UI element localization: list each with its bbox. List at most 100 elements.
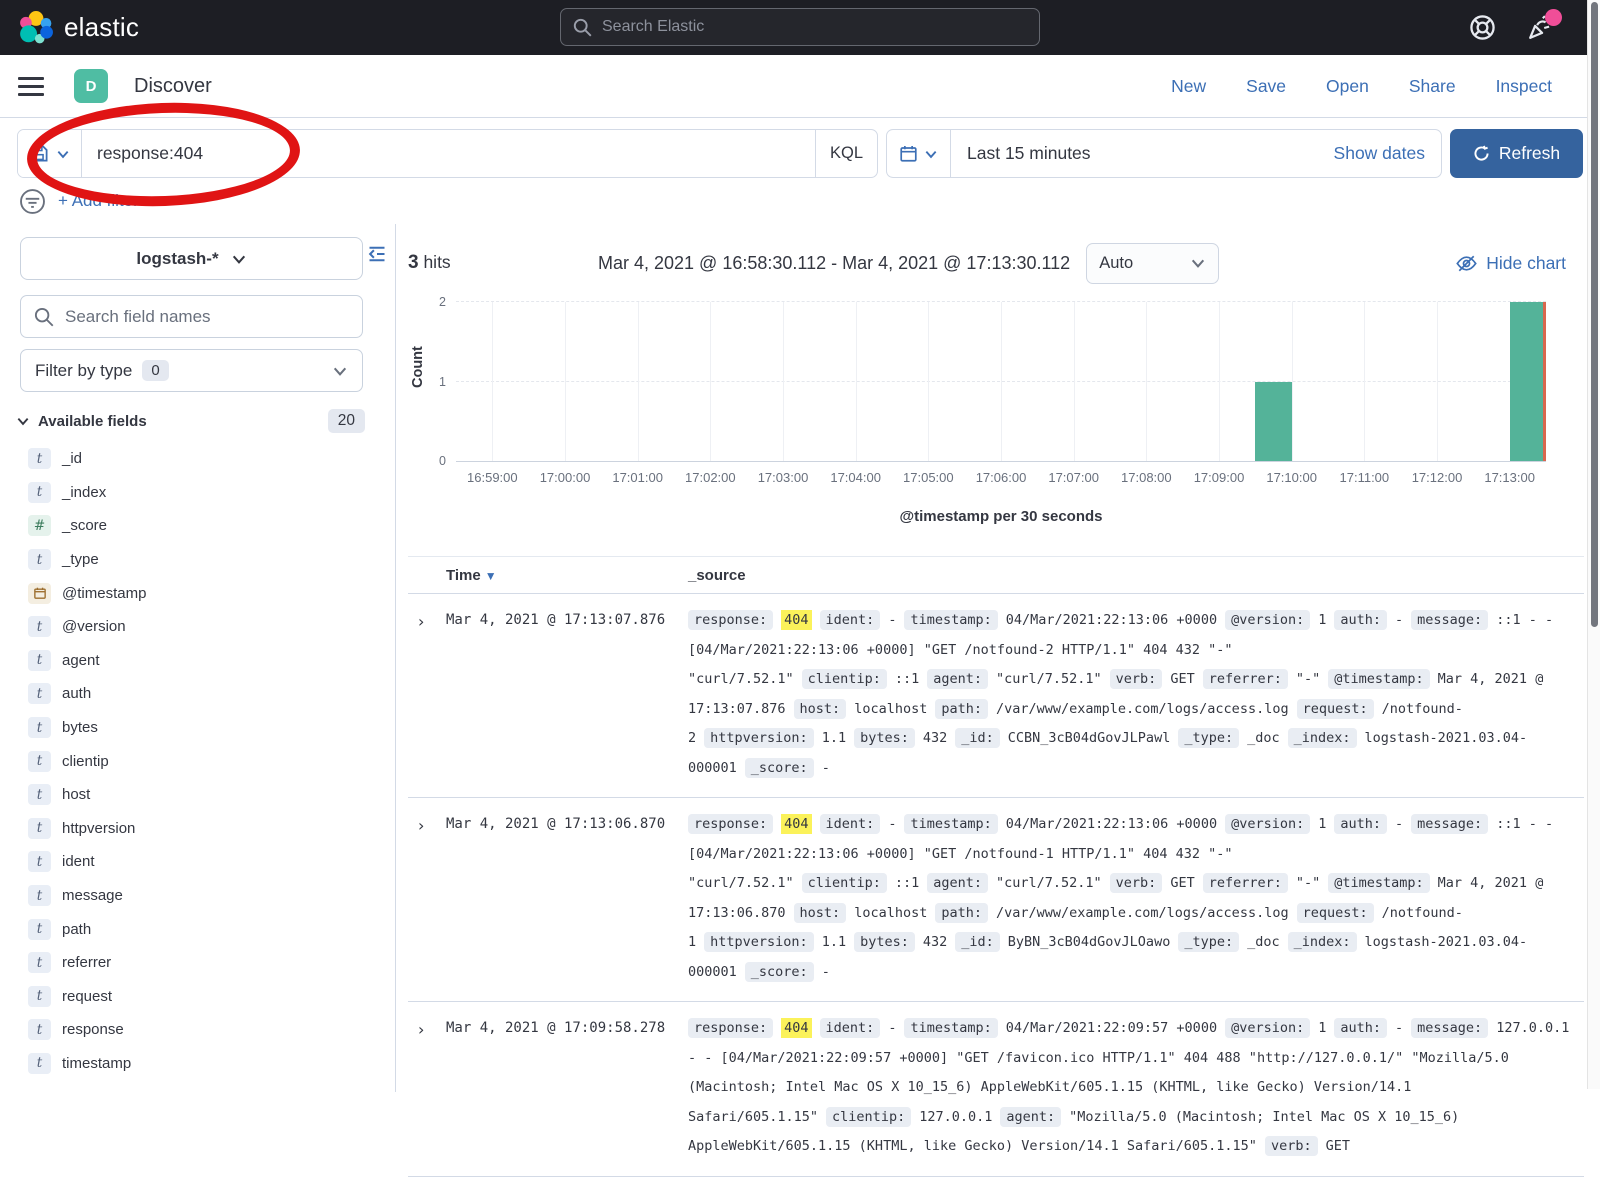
time-range-value[interactable]: Last 15 minutes [951,130,1334,177]
field-value: 04/Mar/2021:22:13:06 +0000 [1006,612,1217,628]
field-name-badge: verb: [1110,669,1163,689]
field-item-@timestamp[interactable]: @timestamp [28,576,395,610]
field-item-response[interactable]: tresponse [28,1013,395,1047]
field-name-badge: ident: [820,1018,881,1038]
chevron-down-icon [1190,255,1206,271]
refresh-button[interactable]: Refresh [1450,129,1583,178]
query-value: response:404 [97,143,203,164]
x-tick-label: 17:06:00 [976,470,1027,485]
field-item-path[interactable]: tpath [28,912,395,946]
field-name-badge: path: [935,903,988,923]
field-item-httpversion[interactable]: thttpversion [28,812,395,846]
index-pattern-select[interactable]: logstash-* [20,237,363,280]
field-item-timestamp[interactable]: ttimestamp [28,1047,395,1081]
field-value: localhost [854,701,927,717]
newsfeed-icon[interactable] [1526,14,1554,42]
menu-icon[interactable] [18,77,44,96]
field-item-clientip[interactable]: tclientip [28,744,395,778]
search-field-names-input[interactable]: Search field names [20,295,363,338]
x-tick-label: 17:07:00 [1048,470,1099,485]
expand-row-icon[interactable]: › [408,606,446,783]
available-fields-header[interactable]: Available fields 20 [16,409,365,433]
x-tick-label: 17:08:00 [1121,470,1172,485]
table-header: Time▼ _source [408,556,1584,594]
filter-icon[interactable] [19,188,46,215]
field-value: - [822,760,830,776]
global-search-input[interactable]: Search Elastic [560,8,1040,46]
field-name-badge: _id: [955,728,1000,748]
field-item-bytes[interactable]: tbytes [28,711,395,745]
x-tick-label: 17:04:00 [830,470,881,485]
x-tick-label: 17:00:00 [540,470,591,485]
chart-time-range: Mar 4, 2021 @ 16:58:30.112 - Mar 4, 2021… [598,253,1070,274]
elastic-logo[interactable]: elastic [18,10,139,46]
interval-select[interactable]: Auto [1086,243,1219,284]
nav-action-save[interactable]: Save [1246,76,1286,97]
nav-action-open[interactable]: Open [1326,76,1369,97]
field-item-request[interactable]: trequest [28,980,395,1014]
field-name: agent [62,652,100,669]
field-name-badge: response: [688,610,773,630]
column-header-time[interactable]: Time▼ [446,567,688,584]
field-name-badge: request: [1297,903,1374,923]
date-picker-button[interactable] [887,130,951,177]
field-name-badge: host: [794,699,847,719]
field-name: _id [62,450,82,467]
field-name-badge: response: [688,814,773,834]
field-name-badge: _index: [1288,728,1357,748]
histogram-bar-17:09:30[interactable] [1255,382,1291,462]
chevron-down-icon [56,147,70,161]
sort-desc-icon[interactable]: ▼ [485,569,497,583]
histogram-bar-17:13:00[interactable] [1510,302,1546,461]
x-tick-label: 17:01:00 [612,470,663,485]
field-item-_type[interactable]: t_type [28,543,395,577]
hits-count: 3 hits [408,252,598,274]
scrollbar-thumb[interactable] [1591,2,1598,627]
field-item-host[interactable]: thost [28,778,395,812]
field-name-badge: agent: [1000,1107,1061,1127]
expand-row-icon[interactable]: › [408,1014,446,1162]
field-name-badge: message: [1411,1018,1488,1038]
field-value: /var/www/example.com/logs/access.log [996,905,1289,921]
nav-action-inspect[interactable]: Inspect [1496,76,1552,97]
help-icon[interactable] [1468,14,1496,42]
string-type-icon: t [28,851,51,872]
field-item-_index[interactable]: t_index [28,476,395,510]
field-item-agent[interactable]: tagent [28,644,395,678]
hide-chart-button[interactable]: Hide chart [1456,253,1584,274]
query-language-button[interactable]: KQL [815,130,877,177]
discover-app-badge[interactable]: D [74,69,108,103]
nav-action-share[interactable]: Share [1409,76,1456,97]
add-filter-button[interactable]: + Add filter [58,191,139,211]
field-item-_id[interactable]: t_id [28,442,395,476]
field-name: timestamp [62,1055,131,1072]
expand-row-icon[interactable]: › [408,810,446,987]
filter-by-type-select[interactable]: Filter by type 0 [20,349,363,392]
field-item-referrer[interactable]: treferrer [28,946,395,980]
field-name-badge: bytes: [854,932,915,952]
field-name-badge: path: [935,699,988,719]
query-input[interactable]: response:404 [82,130,815,177]
field-item-message[interactable]: tmessage [28,879,395,913]
vertical-scrollbar[interactable] [1587,0,1600,1089]
field-item-auth[interactable]: tauth [28,677,395,711]
chart-plot-area[interactable]: 012 [456,302,1546,462]
search-icon [573,18,592,37]
field-value: GET [1170,671,1194,687]
field-value: GET [1170,875,1194,891]
string-type-icon: t [28,1019,51,1040]
field-name-badge: httpversion: [704,728,814,748]
collapse-sidebar-icon[interactable] [367,244,387,264]
fields-sidebar: logstash-* Search field names Filter by … [0,224,396,1092]
field-item-_score[interactable]: #_score [28,509,395,543]
x-gridline [492,302,493,461]
x-gridline [783,302,784,461]
field-item-ident[interactable]: tident [28,845,395,879]
saved-queries-button[interactable] [18,130,82,177]
nav-action-new[interactable]: New [1171,76,1206,97]
field-name: message [62,887,123,904]
show-dates-link[interactable]: Show dates [1334,130,1441,177]
interval-value: Auto [1099,254,1133,273]
field-item-@version[interactable]: t@version [28,610,395,644]
field-value: 432 [923,934,947,950]
